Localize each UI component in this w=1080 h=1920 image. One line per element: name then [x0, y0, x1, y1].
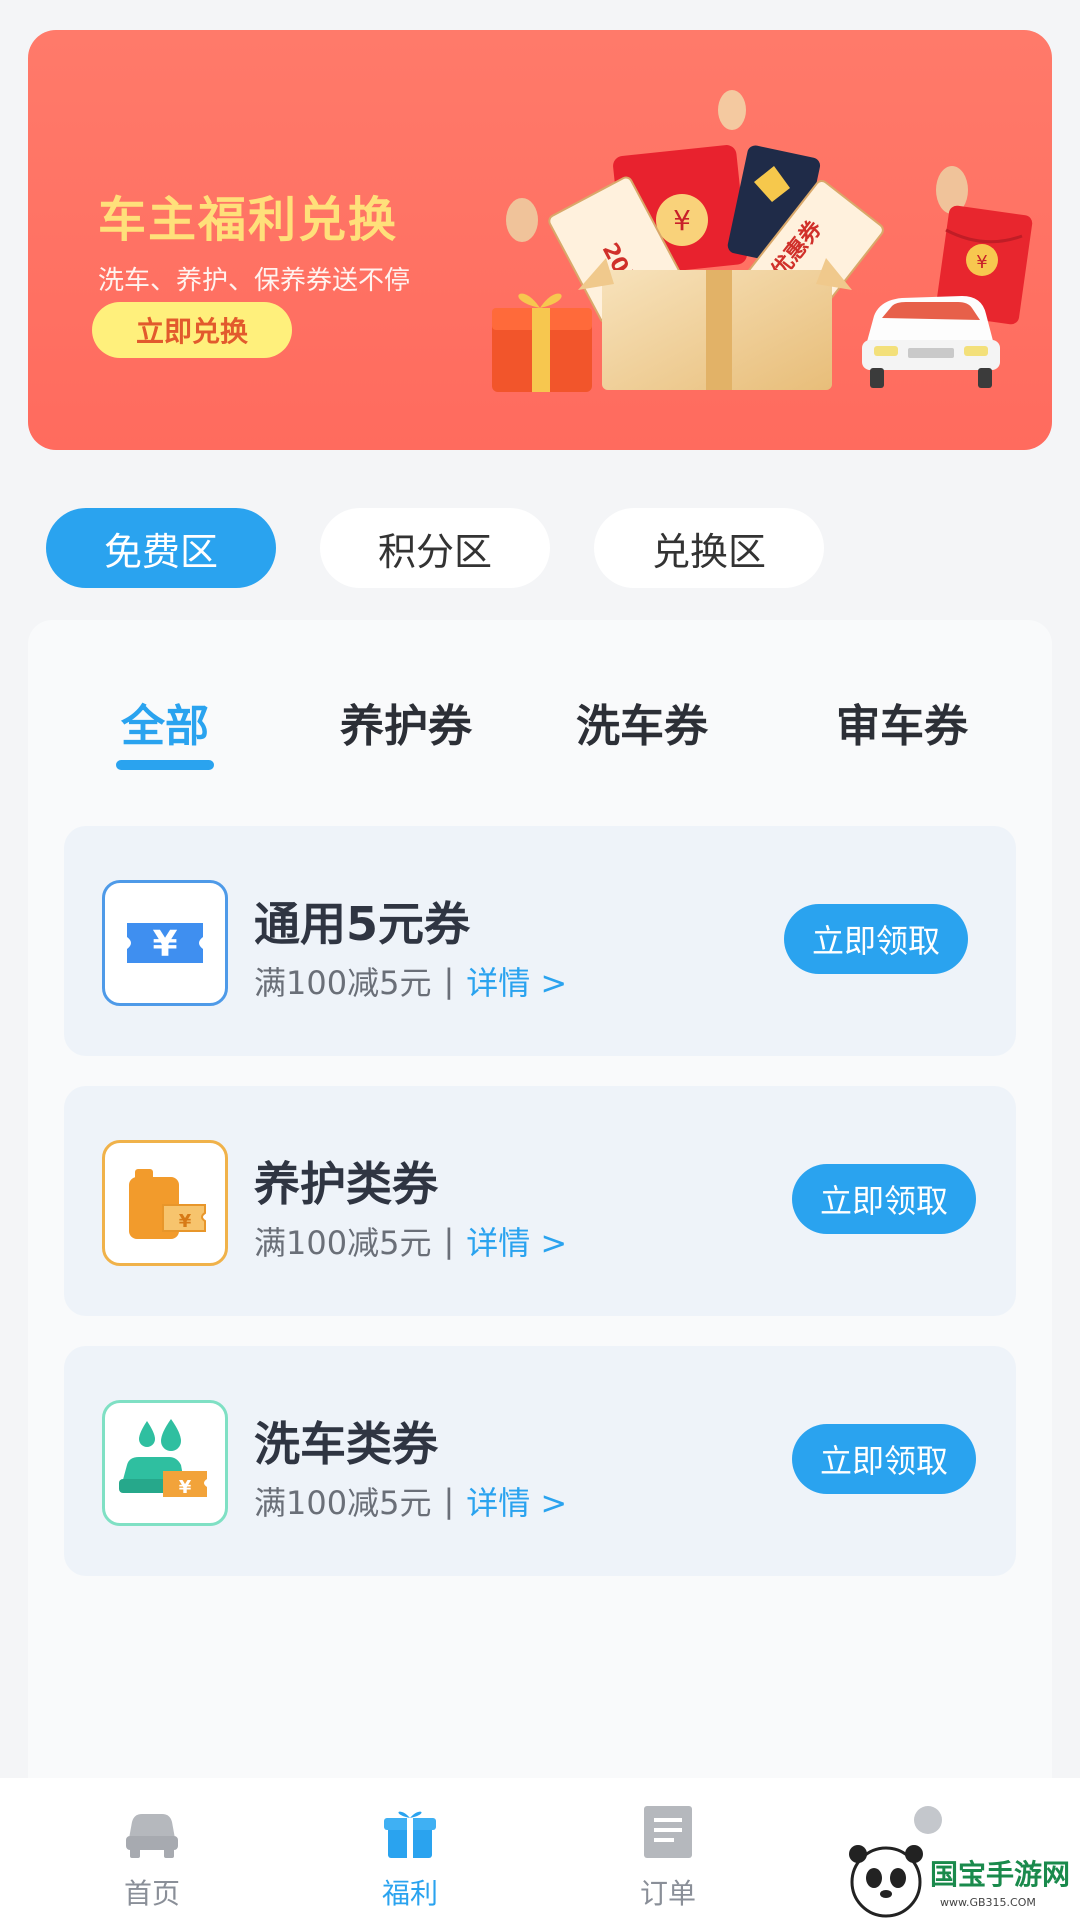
coupon-detail-link[interactable]: 详情 >	[466, 1478, 567, 1524]
svg-text:¥: ¥	[673, 204, 691, 237]
coupon-title: 洗车类券	[254, 1417, 438, 1471]
active-tab-indicator	[116, 760, 214, 770]
nav-benefits[interactable]: 福利	[350, 1804, 470, 1912]
nav-label: 首页	[123, 1877, 180, 1910]
nav-orders[interactable]: 订单	[608, 1804, 728, 1912]
coupon-card: ¥ 洗车类券 满100减5元 | 详情 > 立即领取	[64, 1346, 1016, 1576]
coupon-title: 养护类券	[254, 1157, 438, 1211]
tab-free-zone[interactable]: 免费区	[46, 508, 276, 588]
svg-text:¥: ¥	[179, 1211, 192, 1232]
gift-icon	[384, 1811, 436, 1858]
coupon-detail-link[interactable]: 详情 >	[466, 958, 567, 1004]
tab-maintenance-coupons[interactable]: 养护券	[336, 690, 476, 754]
svg-text:¥: ¥	[976, 252, 987, 273]
oil-can-coupon-icon: ¥	[102, 1140, 228, 1266]
coupon-description: 满100减5元 | 详情 >	[254, 1218, 567, 1264]
ticket-yuan-icon: ¥	[102, 880, 228, 1006]
coupon-card: ¥ 通用5元券 满100减5元 | 详情 > 立即领取	[64, 826, 1016, 1056]
nav-home[interactable]: 首页	[92, 1804, 212, 1912]
claim-now-button[interactable]: 立即领取	[784, 904, 968, 974]
tab-exchange-zone[interactable]: 兑换区	[594, 508, 824, 588]
banner-subtitle: 洗车、养护、保养券送不停	[98, 266, 411, 296]
document-icon	[644, 1806, 692, 1858]
promo-banner[interactable]: 车主福利兑换 洗车、养护、保养券送不停 立即兑换 ¥ 20元 优惠 优惠券	[28, 30, 1052, 450]
coupon-condition: 满100减5元	[254, 1224, 432, 1262]
separator: |	[443, 962, 455, 1000]
svg-text:¥: ¥	[152, 924, 177, 965]
coupon-title: 通用5元券	[254, 897, 471, 951]
tab-car-wash-coupons[interactable]: 洗车券	[572, 690, 712, 754]
coupon-card: ¥ 养护类券 满100减5元 | 详情 > 立即领取	[64, 1086, 1016, 1316]
car-icon	[126, 1814, 178, 1858]
coupon-description: 满100减5元 | 详情 >	[254, 958, 567, 1004]
coupon-detail-link[interactable]: 详情 >	[466, 1218, 567, 1264]
gift-box-illustration: ¥ 20元 优惠 优惠券 ¥	[492, 90, 1033, 392]
separator: |	[443, 1222, 455, 1260]
claim-now-button[interactable]: 立即领取	[792, 1424, 976, 1494]
tab-all[interactable]: 全部	[116, 690, 214, 754]
coupon-condition: 满100减5元	[254, 1484, 432, 1522]
claim-now-button[interactable]: 立即领取	[792, 1164, 976, 1234]
exchange-now-button[interactable]: 立即兑换	[92, 302, 292, 358]
tab-points-zone[interactable]: 积分区	[320, 508, 550, 588]
coupon-condition: 满100减5元	[254, 964, 432, 1002]
svg-text:国宝手游网: 国宝手游网	[930, 1858, 1070, 1891]
tab-inspection-coupons[interactable]: 审车券	[832, 690, 972, 754]
nav-label: 福利	[381, 1877, 438, 1910]
profile-icon[interactable]	[914, 1806, 942, 1834]
banner-title: 车主福利兑换	[98, 192, 399, 248]
coupon-description: 满100减5元 | 详情 >	[254, 1478, 567, 1524]
svg-text:¥: ¥	[179, 1477, 192, 1498]
site-watermark: 国宝手游网 www.GB315.COM	[849, 1845, 1070, 1918]
nav-label: 订单	[639, 1877, 696, 1910]
car-wash-coupon-icon: ¥	[102, 1400, 228, 1526]
separator: |	[443, 1482, 455, 1520]
svg-text:www.GB315.COM: www.GB315.COM	[940, 1896, 1036, 1909]
